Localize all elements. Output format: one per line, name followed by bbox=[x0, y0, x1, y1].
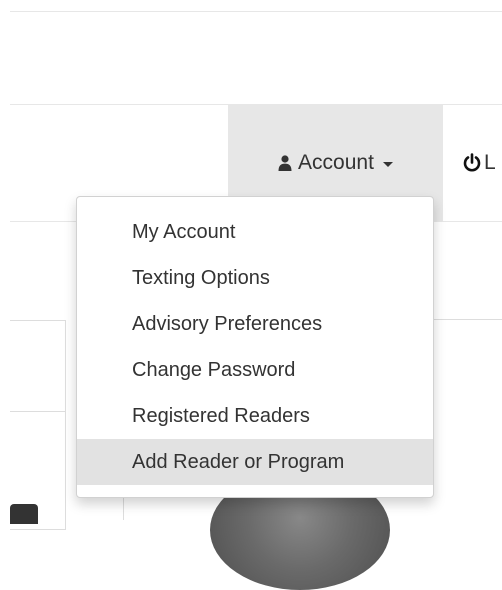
power-icon bbox=[463, 153, 481, 172]
left-panel bbox=[10, 320, 66, 530]
right-panel-border bbox=[431, 319, 502, 320]
account-label: Account bbox=[298, 151, 374, 174]
menu-item-texting-options[interactable]: Texting Options bbox=[77, 255, 433, 301]
panel-divider bbox=[10, 411, 65, 412]
caret-down-icon bbox=[382, 161, 393, 167]
menu-item-add-reader-or-program[interactable]: Add Reader or Program bbox=[77, 439, 433, 485]
menu-item-registered-readers[interactable]: Registered Readers bbox=[77, 393, 433, 439]
account-dropdown-menu: My Account Texting Options Advisory Pref… bbox=[76, 196, 434, 498]
logout-label: L bbox=[484, 151, 496, 174]
dark-tab bbox=[10, 504, 38, 524]
menu-item-change-password[interactable]: Change Password bbox=[77, 347, 433, 393]
user-icon bbox=[278, 155, 292, 171]
menu-item-my-account[interactable]: My Account bbox=[77, 209, 433, 255]
menu-item-advisory-preferences[interactable]: Advisory Preferences bbox=[77, 301, 433, 347]
logout-link[interactable]: L bbox=[462, 105, 496, 221]
top-divider bbox=[10, 11, 502, 12]
